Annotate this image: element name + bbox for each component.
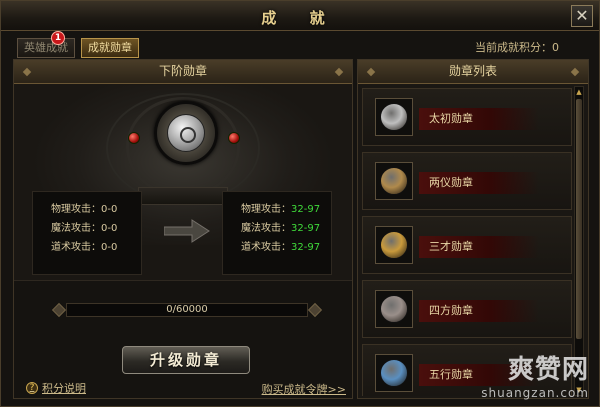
achievement-points: 当前成就积分：0 <box>475 41 559 54</box>
medal-frame <box>154 101 218 165</box>
medal-list-item[interactable]: 三才勋章 <box>362 216 572 274</box>
header-ornament-icon <box>366 67 376 77</box>
progress-bar: 0/60000 <box>66 303 308 317</box>
watermark-cn: 爽赞网 <box>507 355 589 385</box>
buy-token-link[interactable]: 购买成就令牌>> <box>262 381 346 397</box>
notification-badge: 1 <box>51 31 65 45</box>
stat-row: 魔法攻击：32-97 <box>241 223 321 234</box>
medal-list-item[interactable]: 两仪勋章 <box>362 152 572 210</box>
silver-medal-icon <box>167 114 205 152</box>
tab-achievement-medals[interactable]: 成就勋章 <box>81 38 139 58</box>
medal-list-item[interactable]: 太初勋章 <box>362 88 572 146</box>
stat-row: 物理攻击：0-0 <box>51 204 118 215</box>
points-help-label: 积分说明 <box>42 382 86 395</box>
medal-name: 太初勋章 <box>419 108 539 130</box>
medal-name: 三才勋章 <box>419 236 539 258</box>
medal-name: 两仪勋章 <box>419 172 539 194</box>
tab-bar: 英雄成就 成就勋章 <box>17 38 139 58</box>
next-medal-header: 下阶勋章 <box>14 60 352 84</box>
help-icon: ? <box>26 382 38 394</box>
medal-stand <box>138 187 228 205</box>
medal-list-item[interactable]: 四方勋章 <box>362 280 572 338</box>
stat-row: 物理攻击：32-97 <box>241 204 321 215</box>
bronze-medal-icon <box>380 167 408 195</box>
watermark-en: shuangzan.com <box>481 386 589 400</box>
medal-list-header: 勋章列表 <box>358 60 588 84</box>
close-button[interactable]: ✕ <box>571 5 593 27</box>
red-gem-icon <box>228 132 240 144</box>
next-medal-panel: 下阶勋章 物理攻击：0-0 魔法攻击：0-0 道术攻击：0-0 物理攻击：32-… <box>13 59 353 399</box>
medal-icon-slot <box>375 354 413 392</box>
medal-icon-slot <box>375 98 413 136</box>
medal-list-panel: 勋章列表 太初勋章 两仪勋章 三才勋章 四方勋章 五行勋章 ▲ ▼ <box>357 59 589 399</box>
gold-medal-icon <box>380 231 408 259</box>
upgrade-area: 0/60000 升级勋章 ? 积分说明 购买成就令牌>> <box>14 280 352 398</box>
achievement-window: 成 就 ✕ 英雄成就 成就勋章 1 当前成就积分：0 下阶勋章 物理攻击：0-0 <box>0 0 600 407</box>
next-stats: 物理攻击：32-97 魔法攻击：32-97 道术攻击：32-97 <box>222 191 332 275</box>
title-bar: 成 就 ✕ <box>1 1 599 31</box>
progress-cap-icon <box>51 302 67 318</box>
medal-icon-slot <box>375 290 413 328</box>
medal-name: 四方勋章 <box>419 300 539 322</box>
medal-list-title: 勋章列表 <box>448 64 497 78</box>
progress-cap-icon <box>307 302 323 318</box>
close-icon: ✕ <box>575 6 589 25</box>
scroll-up-icon[interactable]: ▲ <box>575 88 583 96</box>
next-medal-title: 下阶勋章 <box>158 64 207 78</box>
scroll-thumb[interactable] <box>576 99 582 339</box>
header-ornament-icon <box>22 67 32 77</box>
current-stats: 物理攻击：0-0 魔法攻击：0-0 道术攻击：0-0 <box>32 191 142 275</box>
gold-blue-medal-icon <box>380 359 408 387</box>
silver-medal-icon <box>380 103 408 131</box>
silver-red-medal-icon <box>380 295 408 323</box>
window-title: 成 就 <box>261 9 339 27</box>
header-ornament-icon <box>570 67 580 77</box>
progress-text: 0/60000 <box>166 304 208 315</box>
site-watermark: 爽赞网 shuangzan.com <box>481 349 589 400</box>
points-help-link[interactable]: ? 积分说明 <box>26 381 86 395</box>
medal-icon-slot <box>375 226 413 264</box>
arrow-right-icon <box>164 219 210 243</box>
stat-row: 道术攻击：32-97 <box>241 242 321 253</box>
stat-row: 魔法攻击：0-0 <box>51 223 118 234</box>
stat-row: 道术攻击：0-0 <box>51 242 118 253</box>
header-ornament-icon <box>334 67 344 77</box>
medal-icon-slot <box>375 162 413 200</box>
red-gem-icon <box>128 132 140 144</box>
tab-hero-achievements[interactable]: 英雄成就 <box>17 38 75 58</box>
upgrade-medal-button[interactable]: 升级勋章 <box>122 346 250 374</box>
